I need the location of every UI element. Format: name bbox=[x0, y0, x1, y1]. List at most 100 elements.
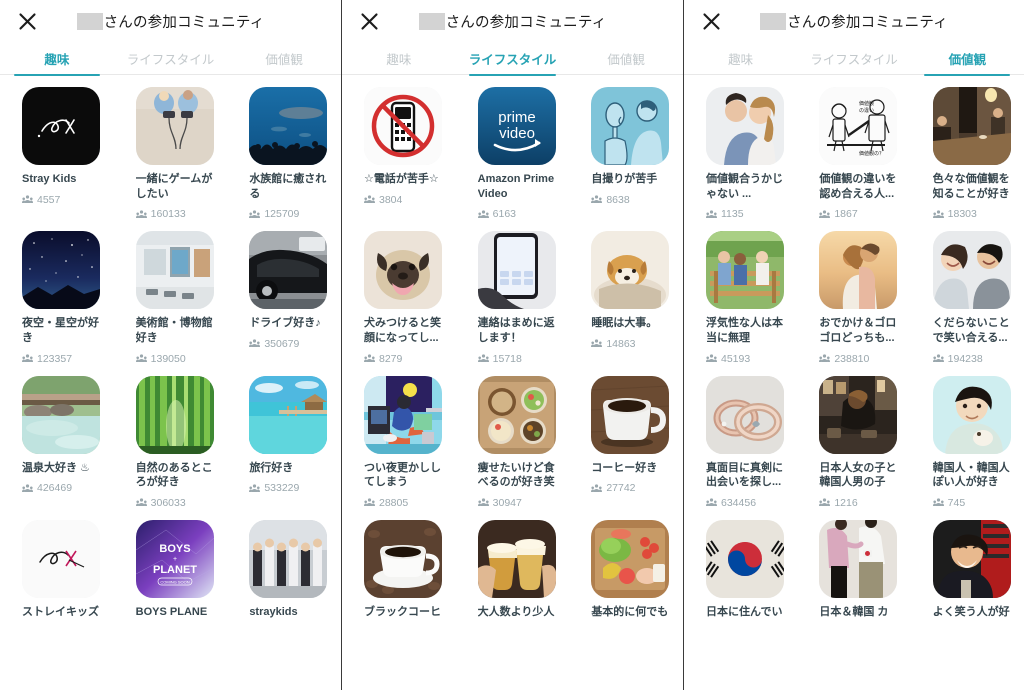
member-count: 238810 bbox=[819, 353, 901, 365]
community-card[interactable]: おでかけ＆ゴロゴロどっちも... 238810 bbox=[797, 231, 910, 365]
tab-hobby[interactable]: 趣味 bbox=[684, 42, 797, 75]
member-count: 6163 bbox=[477, 208, 561, 221]
tab-lifestyle[interactable]: ライフスタイル bbox=[114, 42, 228, 75]
community-card[interactable]: 一緒にゲームがしたい 160133 bbox=[114, 87, 228, 220]
member-count: 28805 bbox=[364, 497, 447, 509]
member-count: 160133 bbox=[135, 208, 219, 220]
member-count-value: 238810 bbox=[834, 352, 870, 365]
community-card[interactable]: 真面目に真剣に出会いを探し... 634456 bbox=[684, 375, 797, 509]
member-count-value: 4557 bbox=[37, 193, 61, 206]
community-card[interactable]: 価値観 の違い 価値観の？ 価値観の違いを認め合える人... 1867 bbox=[797, 87, 910, 220]
member-count: 45193 bbox=[706, 353, 788, 365]
tab-bar: 趣味 ライフスタイル 価値観 bbox=[0, 42, 341, 76]
community-title: 温泉大好き ♨ bbox=[22, 461, 90, 474]
close-icon[interactable] bbox=[698, 8, 724, 34]
group-icon bbox=[819, 354, 831, 363]
member-count-value: 6163 bbox=[492, 208, 517, 221]
tab-lifestyle[interactable]: ライフスタイル bbox=[456, 42, 570, 76]
community-title: ドライブ好き♪ bbox=[249, 317, 321, 330]
community-card[interactable]: straykids bbox=[227, 519, 341, 620]
member-count: 1867 bbox=[819, 208, 901, 220]
community-thumbnail-resort bbox=[249, 375, 328, 454]
community-card[interactable]: 自撮りが苦手 8638 bbox=[569, 87, 683, 220]
tab-lifestyle[interactable]: ライフスタイル bbox=[797, 42, 910, 75]
tab-values[interactable]: 価値観 bbox=[569, 42, 683, 75]
member-count: 426469 bbox=[22, 482, 105, 494]
community-title: 浮気性な人は本当に無理 bbox=[706, 317, 783, 344]
community-card[interactable]: 基本的に何でも bbox=[569, 519, 683, 620]
community-card[interactable]: 温泉大好き ♨ 426469 bbox=[0, 375, 114, 509]
community-card[interactable]: Stray Kids 4557 bbox=[0, 87, 114, 220]
community-card[interactable]: くだらないことで笑い合える... 194238 bbox=[911, 231, 1024, 365]
community-card[interactable]: 浮気性な人は本当に無理 45193 bbox=[684, 231, 797, 365]
member-count: 634456 bbox=[706, 497, 788, 509]
group-icon bbox=[364, 354, 375, 363]
community-thumbnail-pug bbox=[364, 231, 442, 310]
community-title: おでかけ＆ゴロゴロどっちも... bbox=[819, 317, 897, 344]
tab-bar: 趣味 ライフスタイル 価値観 bbox=[684, 42, 1024, 76]
community-panel-lifestyle: さんの参加コミュニティ 趣味 ライフスタイル 価値観 ☆電話が苦手☆ 3804 prime v… bbox=[341, 0, 683, 690]
community-card[interactable]: 韓国人・韓国人ぽい人が好き 745 bbox=[911, 375, 1024, 509]
community-card[interactable]: 自然のあるところが好き 306033 bbox=[114, 375, 228, 509]
community-title: Stray Kids bbox=[22, 173, 77, 185]
community-card[interactable]: 旅行好き 533229 bbox=[227, 375, 341, 509]
member-count: 1135 bbox=[706, 208, 788, 220]
community-card[interactable]: 日本＆韓国 カ bbox=[797, 519, 910, 620]
member-count: 4557 bbox=[22, 194, 105, 206]
group-icon bbox=[477, 354, 489, 363]
community-title: ☆電話が苦手☆ bbox=[364, 173, 439, 185]
member-count-value: 634456 bbox=[721, 496, 757, 509]
page-title-text: さんの参加コミュニティ bbox=[103, 14, 265, 31]
community-card[interactable]: prime video Amazon Prime Video 6163 bbox=[456, 87, 570, 220]
community-card[interactable]: 日本人女の子と韓国人男の子 1216 bbox=[797, 375, 910, 509]
community-card[interactable]: 日本に住んでい bbox=[684, 519, 797, 620]
community-grid: Stray Kids 4557 一緒にゲームがしたい 160133 水族館に癒される 12… bbox=[0, 75, 341, 630]
community-card[interactable]: 価値観合うかじゃない ... 1135 bbox=[684, 87, 797, 220]
close-icon[interactable] bbox=[14, 8, 40, 34]
member-count: 14863 bbox=[591, 338, 674, 350]
close-icon[interactable] bbox=[356, 8, 382, 34]
member-count-value: 1216 bbox=[834, 496, 858, 509]
community-card[interactable]: ブラックコーヒ bbox=[342, 519, 456, 620]
community-card[interactable]: 色々な価値観を知ることが好き 18303 bbox=[911, 87, 1024, 220]
group-icon bbox=[591, 484, 603, 493]
group-icon bbox=[706, 354, 717, 363]
community-card[interactable]: ストレイキッズ bbox=[0, 519, 114, 620]
member-count-value: 350679 bbox=[264, 337, 300, 350]
tab-hobby[interactable]: 趣味 bbox=[342, 42, 456, 75]
community-thumbnail-selfie-illust bbox=[591, 87, 670, 165]
community-card[interactable]: 痩せたいけど食べるのが好き笑 30947 bbox=[456, 375, 570, 509]
community-card[interactable]: 連絡はまめに返します！ 15718 bbox=[456, 231, 570, 365]
community-card[interactable]: つい夜更かししてしまう 28805 bbox=[342, 375, 456, 509]
group-icon bbox=[477, 498, 489, 507]
community-thumbnail-vegetables bbox=[591, 519, 670, 598]
community-thumbnail-bar-scene bbox=[819, 375, 898, 454]
tab-values[interactable]: 価値観 bbox=[911, 42, 1024, 76]
tab-label: 価値観 bbox=[948, 53, 987, 67]
community-card[interactable]: 夜空・星空が好き 123357 bbox=[0, 231, 114, 365]
community-title: くだらないことで笑い合える... bbox=[932, 317, 1010, 344]
community-title: 価値観の違いを認め合える人... bbox=[819, 173, 897, 200]
community-card[interactable]: 美術館・博物館好き 139050 bbox=[114, 231, 228, 365]
tab-values[interactable]: 価値観 bbox=[227, 42, 341, 75]
group-icon bbox=[249, 210, 261, 219]
community-card[interactable]: よく笑う人が好 bbox=[911, 519, 1024, 620]
community-card[interactable]: 大人数より少人 bbox=[456, 519, 570, 620]
community-title: 基本的に何でも bbox=[591, 605, 669, 618]
group-icon bbox=[135, 210, 147, 219]
community-card[interactable]: 水族館に癒される 125709 bbox=[227, 87, 341, 220]
community-card[interactable]: ドライブ好き♪ 350679 bbox=[227, 231, 341, 364]
group-icon bbox=[591, 339, 603, 348]
community-title: ブラックコーヒ bbox=[364, 605, 441, 618]
community-card[interactable]: 犬みつけると笑顔になってし... 8279 bbox=[342, 231, 456, 365]
community-thumbnail-car bbox=[249, 231, 328, 310]
member-count: 1216 bbox=[819, 497, 901, 509]
member-count-value: 139050 bbox=[150, 352, 186, 365]
community-card[interactable]: ☆電話が苦手☆ 3804 bbox=[342, 87, 456, 220]
member-count: 125709 bbox=[249, 208, 332, 220]
member-count-value: 18303 bbox=[947, 208, 977, 221]
community-card[interactable]: 睡眠は大事。 14863 bbox=[569, 231, 683, 364]
community-card[interactable]: コーヒー好き 27742 bbox=[569, 375, 683, 509]
community-card[interactable]: BOYS + PLANET COMING SOON BOYS PLANE bbox=[114, 519, 228, 620]
tab-hobby[interactable]: 趣味 bbox=[0, 42, 114, 76]
